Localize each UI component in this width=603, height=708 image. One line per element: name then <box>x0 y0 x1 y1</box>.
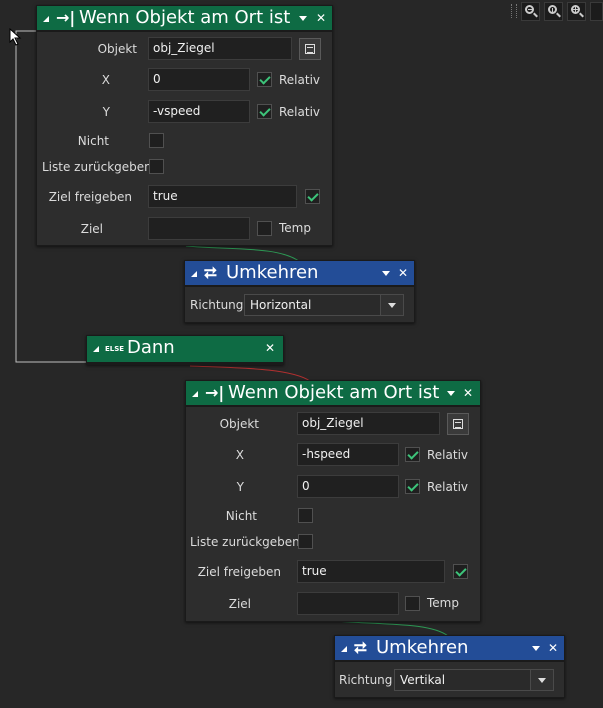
reverse-node-2[interactable]: ⮂ Umkehren ✕ Richtung Vertikal <box>334 635 565 698</box>
object-picker-icon[interactable] <box>447 413 469 435</box>
y-relativ-label: Relativ <box>279 105 321 119</box>
temp-label: Temp <box>427 596 459 610</box>
close-icon[interactable]: ✕ <box>548 640 558 656</box>
x-label: X <box>101 73 110 87</box>
y-label: Y <box>236 480 244 494</box>
node-title: Wenn Objekt am Ort ist <box>79 7 291 28</box>
arrow-to-bar-icon: →| <box>205 383 225 402</box>
ziel-label: Ziel <box>80 222 103 236</box>
ziel-freigeben-field[interactable]: true <box>148 185 297 208</box>
link-if2-to-reverse2 <box>335 620 449 637</box>
if-object-at-node-1[interactable]: →| Wenn Objekt am Ort ist ✕ Objekt obj_Z… <box>36 5 333 246</box>
collapse-triangle-icon[interactable] <box>93 346 99 352</box>
temp-checkbox[interactable] <box>257 221 272 236</box>
temp-label: Temp <box>279 221 311 235</box>
node-header[interactable]: ⮂ Umkehren ✕ <box>185 261 414 287</box>
toolbar-extra-button[interactable] <box>590 2 603 21</box>
node-header[interactable]: →| Wenn Objekt am Ort ist ✕ <box>37 6 332 32</box>
objekt-field[interactable]: obj_Ziegel <box>148 37 292 60</box>
reverse-arrows-icon: ⮂ <box>354 638 367 657</box>
ziel-freigeben-checkbox[interactable] <box>453 564 468 579</box>
nicht-label: Nicht <box>225 509 257 523</box>
close-icon[interactable]: ✕ <box>265 340 275 356</box>
else-dann-node[interactable]: ELSE Dann ✕ <box>86 335 284 365</box>
zoom-reset-icon[interactable] <box>544 2 563 21</box>
collapse-triangle-icon[interactable] <box>191 271 197 277</box>
temp-checkbox[interactable] <box>405 596 420 611</box>
reverse-node-1[interactable]: ⮂ Umkehren ✕ Richtung Horizontal <box>184 260 415 323</box>
dropdown-arrow-icon[interactable] <box>532 646 540 651</box>
dropdown-arrow-icon[interactable] <box>382 271 390 276</box>
richtung-select[interactable]: Horizontal <box>244 294 404 316</box>
x-relativ-label: Relativ <box>279 73 321 87</box>
x-relativ-checkbox[interactable] <box>405 447 420 462</box>
liste-zurueckgeben-label: Liste zurückgeben <box>42 160 152 174</box>
nicht-checkbox[interactable] <box>298 508 313 523</box>
y-relativ-label: Relativ <box>427 480 469 494</box>
collapse-triangle-icon[interactable] <box>43 16 49 22</box>
ziel-field[interactable] <box>297 592 399 615</box>
y-relativ-checkbox[interactable] <box>257 104 272 119</box>
object-picker-icon[interactable] <box>299 38 321 60</box>
objekt-field[interactable]: obj_Ziegel <box>297 412 440 435</box>
y-field[interactable]: 0 <box>297 475 399 498</box>
zoom-toolbar <box>509 0 603 24</box>
x-relativ-checkbox[interactable] <box>257 72 272 87</box>
node-title: Umkehren <box>226 262 319 283</box>
mouse-cursor-icon <box>9 28 22 46</box>
ziel-label: Ziel <box>228 597 251 611</box>
toolbar-grip[interactable] <box>511 4 517 18</box>
dropdown-arrow-icon[interactable] <box>299 16 307 21</box>
objekt-label: Objekt <box>219 417 259 431</box>
richtung-label: Richtung <box>190 298 244 312</box>
objekt-label: Objekt <box>97 42 137 56</box>
x-field[interactable]: -hspeed <box>297 443 399 466</box>
richtung-select[interactable]: Vertikal <box>394 669 554 691</box>
liste-zurueckgeben-label: Liste zurückgeben <box>190 535 300 549</box>
close-icon[interactable]: ✕ <box>316 10 326 26</box>
liste-zurueckgeben-checkbox[interactable] <box>149 159 164 174</box>
node-title: Dann <box>127 337 175 358</box>
zoom-out-icon[interactable] <box>521 2 540 21</box>
x-field[interactable]: 0 <box>148 68 250 91</box>
arrow-to-bar-icon: →| <box>56 8 76 27</box>
y-label: Y <box>102 105 110 119</box>
node-header[interactable]: →| Wenn Objekt am Ort ist ✕ <box>186 381 480 407</box>
richtung-label: Richtung <box>339 673 393 687</box>
link-else-to-if2 <box>189 365 311 382</box>
x-relativ-label: Relativ <box>427 448 469 462</box>
node-title: Wenn Objekt am Ort ist <box>228 382 440 403</box>
node-header[interactable]: ⮂ Umkehren ✕ <box>335 636 564 662</box>
nicht-checkbox[interactable] <box>149 133 164 148</box>
chevron-down-icon[interactable] <box>380 295 403 315</box>
y-field[interactable]: -vspeed <box>148 100 250 123</box>
collapse-triangle-icon[interactable] <box>341 646 347 652</box>
if-object-at-node-2[interactable]: →| Wenn Objekt am Ort ist ✕ Objekt obj_Z… <box>185 380 481 622</box>
collapse-triangle-icon[interactable] <box>192 391 198 397</box>
zoom-in-icon[interactable] <box>567 2 586 21</box>
ziel-freigeben-field[interactable]: true <box>297 560 445 583</box>
x-label: X <box>235 448 244 462</box>
nicht-label: Nicht <box>77 134 109 148</box>
chevron-down-icon[interactable] <box>530 670 553 690</box>
dropdown-arrow-icon[interactable] <box>447 391 455 396</box>
node-header[interactable]: ELSE Dann ✕ <box>87 336 283 364</box>
ziel-field[interactable] <box>148 217 250 240</box>
richtung-value: Horizontal <box>250 298 312 312</box>
richtung-value: Vertikal <box>400 673 446 687</box>
close-icon[interactable]: ✕ <box>463 385 473 401</box>
ziel-freigeben-label: Ziel freigeben <box>48 190 132 204</box>
else-badge-icon: ELSE <box>105 345 125 353</box>
ziel-freigeben-label: Ziel freigeben <box>197 565 281 579</box>
ziel-freigeben-checkbox[interactable] <box>305 189 320 204</box>
close-icon[interactable]: ✕ <box>398 265 408 281</box>
node-title: Umkehren <box>376 637 469 658</box>
liste-zurueckgeben-checkbox[interactable] <box>298 534 313 549</box>
reverse-arrows-icon: ⮂ <box>204 263 217 282</box>
y-relativ-checkbox[interactable] <box>405 479 420 494</box>
